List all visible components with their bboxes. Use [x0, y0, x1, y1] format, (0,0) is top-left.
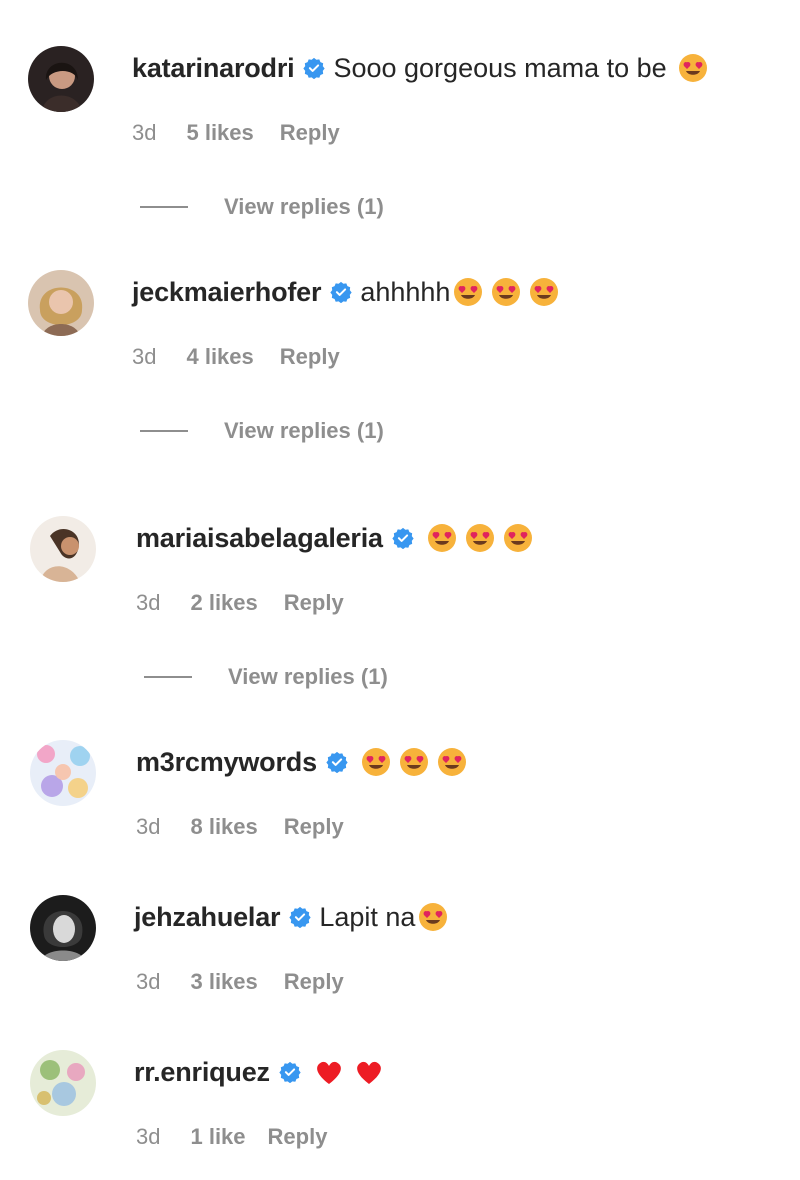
comment-text: Lapit na [319, 901, 416, 932]
verified-badge-icon [392, 527, 414, 549]
comment-line: mariaisabelagaleria [136, 518, 534, 558]
reply-button[interactable]: Reply [280, 344, 340, 370]
heart-eyes-emoji-icon [398, 746, 430, 778]
username-link[interactable]: rr.enriquez [134, 1057, 270, 1088]
reply-button[interactable]: Reply [284, 814, 344, 840]
comment-line: jeckmaierhofer ahhhhh [132, 272, 560, 312]
avatar[interactable] [30, 740, 96, 806]
heart-eyes-emoji-icon [464, 522, 496, 554]
emoji-group [452, 276, 560, 308]
view-replies-button[interactable]: View replies (1) [140, 418, 384, 444]
reply-button[interactable]: Reply [268, 1124, 328, 1150]
view-replies-button[interactable]: View replies (1) [140, 194, 384, 220]
username-link[interactable]: mariaisabelagaleria [136, 523, 383, 554]
username-link[interactable]: katarinarodri [132, 53, 295, 84]
comment-meta: 3d 4 likes Reply [132, 344, 340, 370]
username-link[interactable]: jeckmaierhofer [132, 277, 322, 308]
heart-eyes-emoji-icon [417, 901, 449, 933]
emoji-group [313, 1056, 385, 1088]
timestamp[interactable]: 3d [132, 344, 156, 370]
avatar[interactable] [28, 46, 94, 112]
comment-text: ahhhhh [360, 276, 451, 307]
heart-eyes-emoji-icon [502, 522, 534, 554]
comment-line: jehzahuelar Lapit na [134, 897, 449, 937]
divider [144, 676, 192, 678]
divider [140, 206, 188, 208]
heart-eyes-emoji-icon [436, 746, 468, 778]
timestamp[interactable]: 3d [136, 590, 160, 616]
likes-count[interactable]: 5 likes [186, 120, 253, 146]
comment-meta: 3d 5 likes Reply [132, 120, 340, 146]
reply-button[interactable]: Reply [284, 590, 344, 616]
heart-eyes-emoji-icon [528, 276, 560, 308]
comment-text: Sooo gorgeous mama to be [333, 52, 667, 83]
heart-eyes-emoji-icon [426, 522, 458, 554]
verified-badge-icon [326, 751, 348, 773]
username-link[interactable]: jehzahuelar [134, 902, 281, 933]
heart-eyes-emoji-icon [360, 746, 392, 778]
heart-eyes-emoji-icon [490, 276, 522, 308]
comment-meta: 3d 3 likes Reply [136, 969, 344, 995]
timestamp[interactable]: 3d [132, 120, 156, 146]
comment-meta: 3d 2 likes Reply [136, 590, 344, 616]
likes-count[interactable]: 4 likes [186, 344, 253, 370]
likes-count[interactable]: 8 likes [190, 814, 257, 840]
heart-eyes-emoji-icon [677, 52, 709, 84]
view-replies-label: View replies (1) [228, 664, 388, 689]
emoji-group [677, 52, 709, 84]
verified-badge-icon [303, 57, 326, 79]
emoji-group [426, 522, 534, 554]
emoji-group [360, 746, 468, 778]
verified-badge-icon [279, 1061, 301, 1083]
comment-meta: 3d 1 like Reply [136, 1124, 327, 1150]
avatar[interactable] [30, 516, 96, 582]
likes-count[interactable]: 2 likes [190, 590, 257, 616]
avatar[interactable] [30, 895, 96, 961]
reply-button[interactable]: Reply [284, 969, 344, 995]
avatar[interactable] [30, 1050, 96, 1116]
heart-eyes-emoji-icon [452, 276, 484, 308]
red-heart-emoji-icon [353, 1056, 385, 1088]
timestamp[interactable]: 3d [136, 814, 160, 840]
view-replies-button[interactable]: View replies (1) [144, 664, 388, 690]
view-replies-label: View replies (1) [224, 194, 384, 219]
comment-line: katarinarodri Sooo gorgeous mama to be [132, 48, 709, 88]
red-heart-emoji-icon [313, 1056, 345, 1088]
avatar[interactable] [28, 270, 94, 336]
verified-badge-icon [330, 281, 352, 303]
emoji-group [417, 901, 449, 933]
likes-count[interactable]: 1 like [190, 1124, 245, 1150]
timestamp[interactable]: 3d [136, 969, 160, 995]
username-link[interactable]: m3rcmywords [136, 747, 317, 778]
comment-line: rr.enriquez [134, 1052, 385, 1092]
comment-line: m3rcmywords [136, 742, 468, 782]
timestamp[interactable]: 3d [136, 1124, 160, 1150]
verified-badge-icon [289, 906, 311, 928]
view-replies-label: View replies (1) [224, 418, 384, 443]
likes-count[interactable]: 3 likes [190, 969, 257, 995]
divider [140, 430, 188, 432]
comment-meta: 3d 8 likes Reply [136, 814, 344, 840]
reply-button[interactable]: Reply [280, 120, 340, 146]
